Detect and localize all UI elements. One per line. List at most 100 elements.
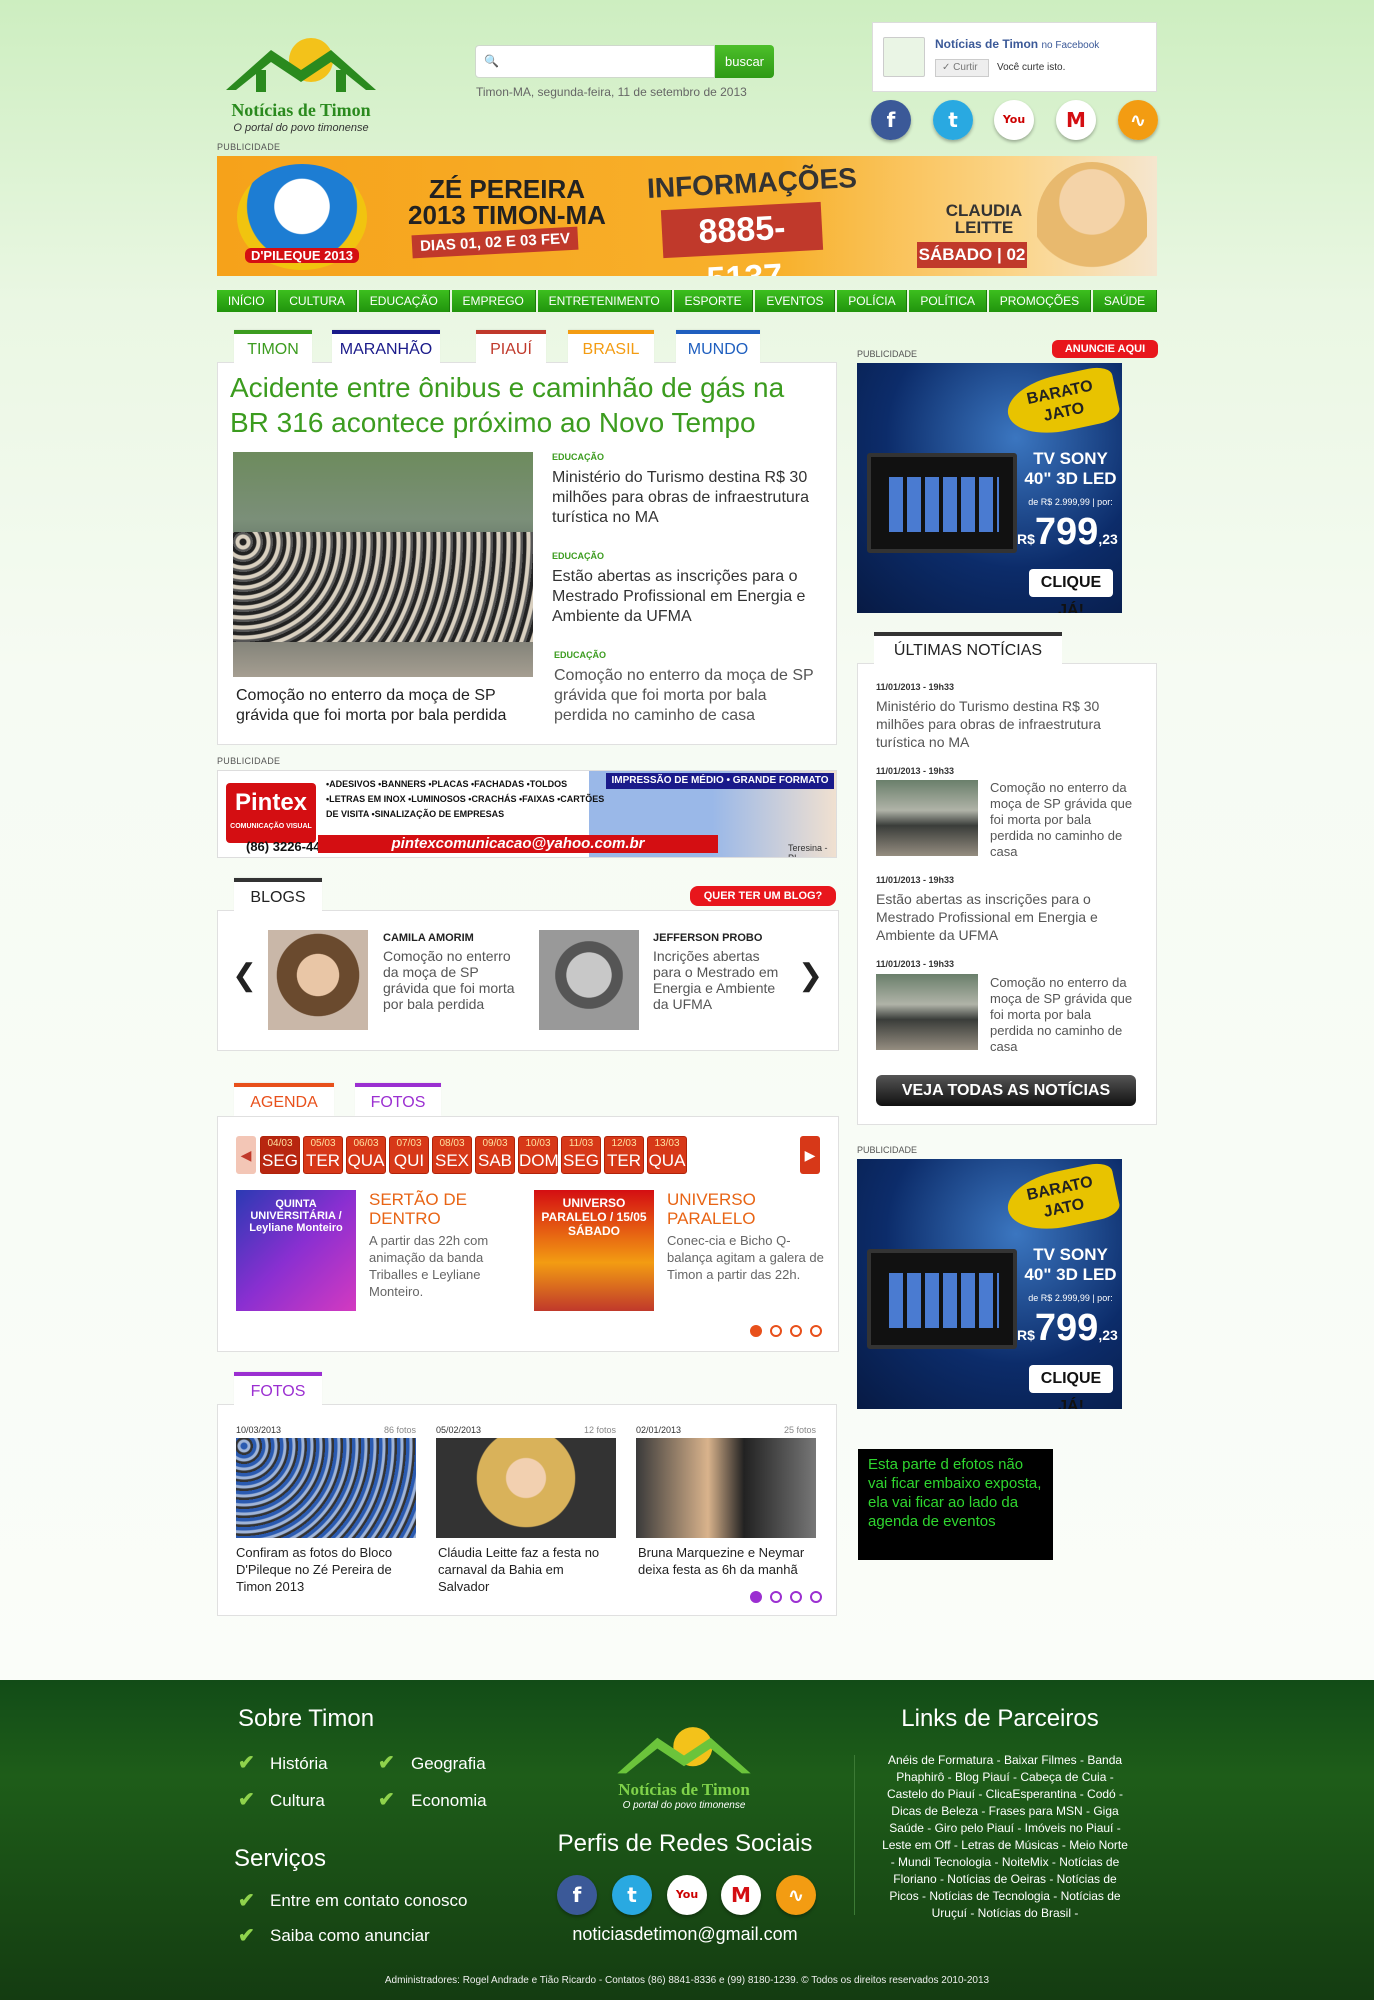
latest-news-thumbnail[interactable] (876, 780, 978, 856)
blogger-post[interactable]: Incrições abertas para o Mestrado em Ene… (653, 948, 783, 1012)
nav-esporte[interactable]: ESPORTE (673, 290, 754, 312)
agenda-page-dot[interactable] (750, 1325, 762, 1337)
latest-news-item[interactable]: Comoção no enterro da moça de SP grávida… (990, 780, 1138, 860)
agenda-day[interactable]: 09/03 SAB (475, 1136, 515, 1174)
tab-fotos[interactable]: FOTOS (355, 1083, 441, 1116)
latest-news-item[interactable]: Comoção no enterro da moça de SP grávida… (990, 975, 1138, 1055)
nav-cultura[interactable]: CULTURA (278, 290, 357, 312)
agenda-prev-icon[interactable]: ◀ (236, 1136, 256, 1174)
blogs-next-arrow-icon[interactable]: ❯ (798, 958, 823, 993)
agenda-day[interactable]: 12/03 TER (604, 1136, 644, 1174)
tv-ad-cta[interactable]: CLIQUE JÁ! (1029, 1365, 1113, 1409)
rss-icon[interactable]: ∿ (1118, 100, 1158, 140)
photo-caption[interactable]: Confiram as fotos do Bloco D'Pileque no … (236, 1544, 401, 1595)
latest-news-item[interactable]: Estão abertas as inscrições para o Mestr… (876, 890, 1136, 944)
main-news-image[interactable] (233, 452, 533, 677)
facebook-page-name[interactable]: Notícias de Timon (935, 37, 1038, 51)
footer-email[interactable]: noticiasdetimon@gmail.com (520, 1924, 850, 1945)
footer-link[interactable]: Saiba como anunciar (270, 1926, 430, 1946)
agenda-day[interactable]: 05/03 TER (303, 1136, 343, 1174)
youtube-icon[interactable]: You (667, 1875, 707, 1915)
footer-partner-links[interactable]: Anéis de Formatura - Baixar Filmes - Ban… (880, 1752, 1130, 1922)
photo-thumbnail[interactable] (236, 1438, 416, 1538)
search-button[interactable]: buscar (715, 45, 774, 78)
nav-politica[interactable]: POLÍTICA (909, 290, 987, 312)
tab-timon[interactable]: TIMON (234, 330, 312, 363)
latest-news-item[interactable]: Ministério do Turismo destina R$ 30 milh… (876, 697, 1136, 751)
fotos-page-dot[interactable] (750, 1591, 762, 1603)
twitter-icon[interactable]: t (933, 100, 973, 140)
agenda-next-icon[interactable]: ▶ (800, 1136, 820, 1174)
nav-educacao[interactable]: EDUCAÇÃO (358, 290, 450, 312)
side-news-category[interactable]: EDUCAÇÃO (552, 551, 604, 561)
footer-link[interactable]: Geografia (411, 1754, 486, 1774)
agenda-day[interactable]: 04/03 SEG (260, 1136, 300, 1174)
agenda-page-dot[interactable] (770, 1325, 782, 1337)
side-news-category[interactable]: EDUCAÇÃO (552, 452, 604, 462)
nav-inicio[interactable]: INÍCIO (217, 290, 277, 312)
footer-link[interactable]: Economia (411, 1791, 487, 1811)
agenda-page-dot[interactable] (790, 1325, 802, 1337)
blogger-post[interactable]: Comoção no enterro da moça de SP grávida… (383, 948, 523, 1012)
pintex-banner-ad[interactable]: Pintex COMUNICAÇÃO VISUAL (86) 3226-4479 … (217, 770, 837, 858)
blogger-name[interactable]: JEFFERSON PROBO (653, 932, 762, 944)
nav-eventos[interactable]: EVENTOS (755, 290, 836, 312)
agenda-day[interactable]: 07/03 QUI (389, 1136, 429, 1174)
nav-promocoes[interactable]: PROMOÇÕES (988, 290, 1091, 312)
agenda-day[interactable]: 10/03 DOM (518, 1136, 559, 1174)
nav-emprego[interactable]: EMPREGO (451, 290, 536, 312)
facebook-like-button[interactable]: ✓ Curtir (935, 59, 989, 77)
fotos-page-dot[interactable] (810, 1591, 822, 1603)
agenda-day[interactable]: 11/03 SEG (561, 1136, 601, 1174)
nav-entretenimento[interactable]: ENTRETENIMENTO (537, 290, 672, 312)
gmail-icon[interactable]: M (721, 1875, 761, 1915)
tab-brasil[interactable]: BRASIL (568, 330, 654, 363)
side-news-category[interactable]: EDUCAÇÃO (554, 650, 606, 660)
footer-link[interactable]: História (270, 1754, 328, 1774)
twitter-icon[interactable]: t (612, 1875, 652, 1915)
tab-maranhao[interactable]: MARANHÃO (332, 330, 440, 363)
main-headline[interactable]: Acidente entre ônibus e caminhão de gás … (230, 370, 830, 440)
agenda-page-dot[interactable] (810, 1325, 822, 1337)
tab-mundo[interactable]: MUNDO (676, 330, 760, 363)
photo-thumbnail[interactable] (636, 1438, 816, 1538)
footer-link[interactable]: Entre em contato conosco (270, 1891, 468, 1911)
veja-todas-button[interactable]: VEJA TODAS AS NOTÍCIAS (876, 1075, 1136, 1106)
footer-link[interactable]: Cultura (270, 1791, 325, 1811)
side-news-item[interactable]: Estão abertas as inscrições para o Mestr… (552, 567, 822, 627)
agenda-day[interactable]: 06/03 QUA (346, 1136, 386, 1174)
anuncie-aqui-button[interactable]: ANUNCIE AQUI (1052, 340, 1158, 358)
gmail-icon[interactable]: M (1056, 100, 1096, 140)
blogs-prev-arrow-icon[interactable]: ❮ (232, 958, 257, 993)
side-news-item[interactable]: Ministério do Turismo destina R$ 30 milh… (552, 468, 822, 528)
photo-thumbnail[interactable] (436, 1438, 616, 1538)
search-input[interactable] (502, 50, 708, 74)
agenda-day[interactable]: 08/03 SEX (432, 1136, 472, 1174)
nav-policia[interactable]: POLÍCIA (837, 290, 908, 312)
event-poster[interactable]: UNIVERSO PARALELO / 15/05 SÁBADO (534, 1190, 654, 1311)
agenda-day[interactable]: 13/03 QUA (647, 1136, 687, 1174)
nav-saude[interactable]: SAÚDE (1092, 290, 1158, 312)
tab-agenda[interactable]: AGENDA (234, 1083, 334, 1116)
blogger-photo[interactable] (539, 930, 639, 1030)
event-title[interactable]: UNIVERSO PARALELO (667, 1190, 817, 1228)
main-image-caption[interactable]: Comoção no enterro da moça de SP grávida… (236, 686, 536, 726)
quer-ter-blog-button[interactable]: QUER TER UM BLOG? (690, 886, 836, 906)
photo-caption[interactable]: Cláudia Leitte faz a festa no carnaval d… (438, 1544, 613, 1595)
event-title[interactable]: SERTÃO DE DENTRO (369, 1190, 519, 1228)
blogger-photo[interactable] (268, 930, 368, 1030)
facebook-icon[interactable]: f (557, 1875, 597, 1915)
event-poster[interactable]: QUINTA UNIVERSITÁRIA / Leyliane Monteiro (236, 1190, 356, 1311)
youtube-icon[interactable]: You (994, 100, 1034, 140)
tv-ad[interactable]: BARATO JATO TV SONY 40" 3D LED de R$ 2.9… (857, 1159, 1122, 1409)
tv-ad[interactable]: BARATO JATO TV SONY 40" 3D LED de R$ 2.9… (857, 363, 1122, 613)
rss-icon[interactable]: ∿ (776, 1875, 816, 1915)
blogger-name[interactable]: CAMILA AMORIM (383, 932, 474, 944)
side-news-item[interactable]: Comoção no enterro da moça de SP grávida… (554, 666, 824, 726)
latest-news-thumbnail[interactable] (876, 974, 978, 1050)
fotos-page-dot[interactable] (790, 1591, 802, 1603)
photo-caption[interactable]: Bruna Marquezine e Neymar deixa festa as… (638, 1544, 818, 1578)
tv-ad-cta[interactable]: CLIQUE JÁ! (1029, 569, 1113, 613)
site-logo[interactable]: Notícias de Timon O portal do povo timon… (216, 30, 386, 136)
facebook-icon[interactable]: f (871, 100, 911, 140)
